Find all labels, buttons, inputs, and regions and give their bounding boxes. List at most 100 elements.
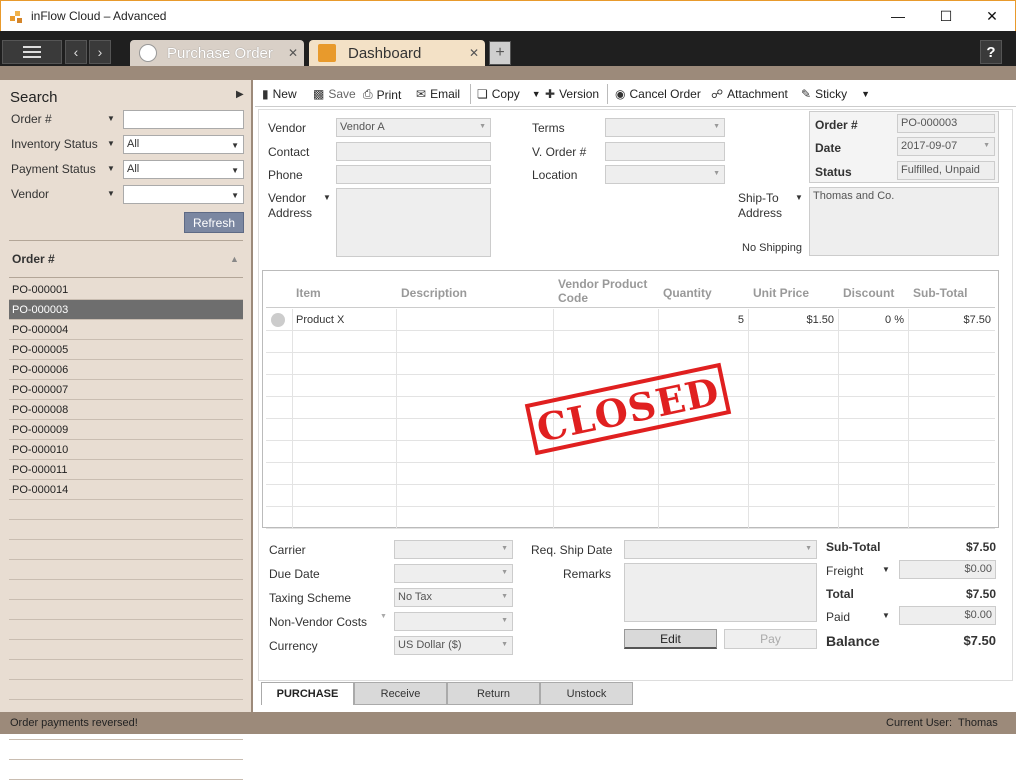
empty-grid-row[interactable] [266,353,995,375]
tab-receive[interactable]: Receive [354,682,447,705]
order-list-item[interactable]: PO-000001 [9,280,243,300]
refresh-button[interactable]: Refresh [184,212,244,233]
grid-column-line [908,441,909,463]
dropdown-arrow-icon[interactable]: ▼ [532,89,541,99]
close-window-button[interactable]: ✕ [969,1,1015,31]
non-vendor-costs-select[interactable]: ▼ [394,612,513,631]
pay-button[interactable]: Pay [724,629,817,649]
add-tab-button[interactable]: + [489,41,511,65]
payment-status-select[interactable]: All ▼ [123,160,244,179]
order-list-item[interactable]: PO-000007 [9,380,243,400]
cell-subtotal: $7.50 [963,314,991,326]
order-number-field[interactable]: PO-000003 [897,114,995,133]
dropdown-arrow-icon[interactable]: ▼ [882,565,890,574]
empty-grid-row[interactable] [266,507,995,529]
req-ship-date-field[interactable]: ▼ [624,540,817,559]
currency-select[interactable]: US Dollar ($) ▼ [394,636,513,655]
col-discount[interactable]: Discount [843,286,894,300]
inventory-status-select[interactable]: All ▼ [123,135,244,154]
phone-field[interactable] [336,165,491,184]
grid-column-line [908,397,909,419]
col-subtotal[interactable]: Sub-Total [913,286,967,300]
col-description[interactable]: Description [401,286,467,300]
col-unit-price[interactable]: Unit Price [753,286,809,300]
forward-button[interactable]: › [89,40,111,64]
empty-grid-row[interactable] [266,485,995,507]
edit-button[interactable]: Edit [624,629,717,649]
title-bar: inFlow Cloud – Advanced — ☐ ✕ [0,0,1016,31]
save-button[interactable]: ▩ Save [313,87,356,101]
order-list-header[interactable]: Order # [12,252,55,266]
col-quantity[interactable]: Quantity [663,286,712,300]
sticky-button[interactable]: ✎ Sticky ▼ [801,87,870,101]
order-list-item[interactable]: PO-000009 [9,420,243,440]
tab-purchase-order[interactable]: Purchase Order ✕ [130,40,304,66]
dropdown-arrow-icon[interactable]: ▼ [380,613,387,620]
location-select[interactable]: ▼ [605,165,725,184]
empty-grid-row[interactable] [266,331,995,353]
freight-field[interactable]: $0.00 [899,560,996,579]
grid-column-line [748,441,749,463]
chevron-down-icon[interactable]: ▼ [107,114,115,123]
order-list-item[interactable]: PO-000008 [9,400,243,420]
tab-purchase[interactable]: PURCHASE [261,682,354,705]
menu-button[interactable] [2,40,62,64]
col-vendor-code[interactable]: Vendor Product [558,277,647,291]
contact-field[interactable] [336,142,491,161]
grid-column-line [908,375,909,397]
dropdown-arrow-icon[interactable]: ▼ [861,89,870,99]
back-button[interactable]: ‹ [65,40,87,64]
chevron-down-icon[interactable]: ▼ [107,189,115,198]
shipto-address-field[interactable]: Thomas and Co. [809,187,999,256]
collapse-arrow-icon[interactable]: ▶ [236,89,244,100]
order-list-item[interactable]: PO-000003 [9,300,243,320]
minimize-button[interactable]: — [875,1,921,31]
order-list-item[interactable]: PO-000010 [9,440,243,460]
empty-grid-row[interactable] [266,441,995,463]
chevron-down-icon[interactable]: ▼ [107,164,115,173]
tab-dashboard[interactable]: Dashboard ✕ [309,40,485,66]
carrier-select[interactable]: ▼ [394,540,513,559]
dropdown-arrow-icon[interactable]: ▼ [882,611,890,620]
order-number-input[interactable] [123,110,244,129]
tab-close-icon[interactable]: ✕ [469,46,479,60]
vendor-address-field[interactable] [336,188,491,257]
grid-row[interactable]: Product X 5 $1.50 0 % $7.50 [266,309,995,331]
order-list-item[interactable]: PO-000005 [9,340,243,360]
col-item[interactable]: Item [296,286,321,300]
paid-field[interactable]: $0.00 [899,606,996,625]
date-field[interactable]: 2017-09-07 ▼ [897,137,995,156]
order-list-item[interactable]: PO-000014 [9,480,243,500]
taxing-value: No Tax [398,591,433,603]
new-button[interactable]: ▮ New [262,87,297,101]
due-date-field[interactable]: ▼ [394,564,513,583]
dropdown-arrow-icon[interactable]: ▼ [323,193,331,202]
tab-close-icon[interactable]: ✕ [288,46,298,60]
remarks-field[interactable] [624,563,817,622]
attachment-button[interactable]: ☍ Attachment [711,87,788,101]
cancel-order-button[interactable]: ◉ Cancel Order [615,87,701,101]
terms-select[interactable]: ▼ [605,118,725,137]
vendor-select[interactable]: Vendor A ▼ [336,118,491,137]
order-list-item[interactable]: PO-000006 [9,360,243,380]
vendor-order-field[interactable] [605,142,725,161]
version-button[interactable]: ✚ Version [545,87,599,101]
empty-grid-row[interactable] [266,463,995,485]
order-list-item[interactable]: PO-000011 [9,460,243,480]
calendar-dropdown-icon: ▼ [983,142,990,149]
taxing-scheme-select[interactable]: No Tax ▼ [394,588,513,607]
vendor-select[interactable]: ▼ [123,185,244,204]
no-shipping-link[interactable]: No Shipping [742,242,802,254]
chevron-down-icon[interactable]: ▼ [107,139,115,148]
email-button[interactable]: ✉ Email [416,87,460,101]
copy-button[interactable]: ❏ Copy ▼ [477,87,541,101]
tab-return[interactable]: Return [447,682,540,705]
dropdown-arrow-icon[interactable]: ▼ [795,193,803,202]
maximize-button[interactable]: ☐ [923,1,969,31]
grid-column-line [748,485,749,507]
tab-unstock[interactable]: Unstock [540,682,633,705]
help-button[interactable]: ? [980,40,1002,64]
print-button[interactable]: ⎙ Print [363,87,401,102]
sort-up-icon[interactable]: ▲ [230,254,239,264]
order-list-item[interactable]: PO-000004 [9,320,243,340]
